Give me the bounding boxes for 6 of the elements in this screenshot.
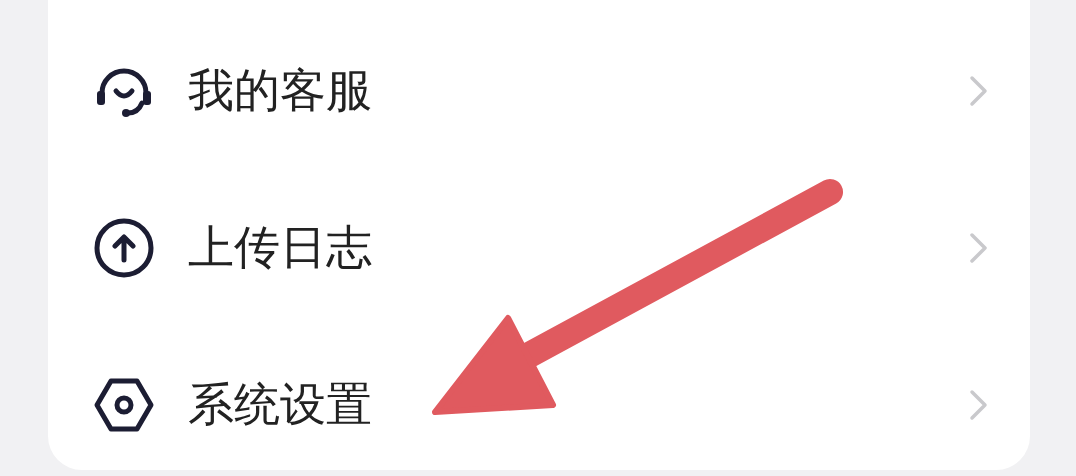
menu-item[interactable]: 系统设置	[188, 373, 968, 436]
chevron-right-icon	[968, 387, 990, 422]
chevron-right-icon	[968, 230, 990, 265]
chevron-right-icon	[968, 73, 990, 108]
menu-item[interactable]: 上传日志	[188, 216, 968, 279]
menu-item[interactable]: 我的客服	[188, 59, 968, 122]
